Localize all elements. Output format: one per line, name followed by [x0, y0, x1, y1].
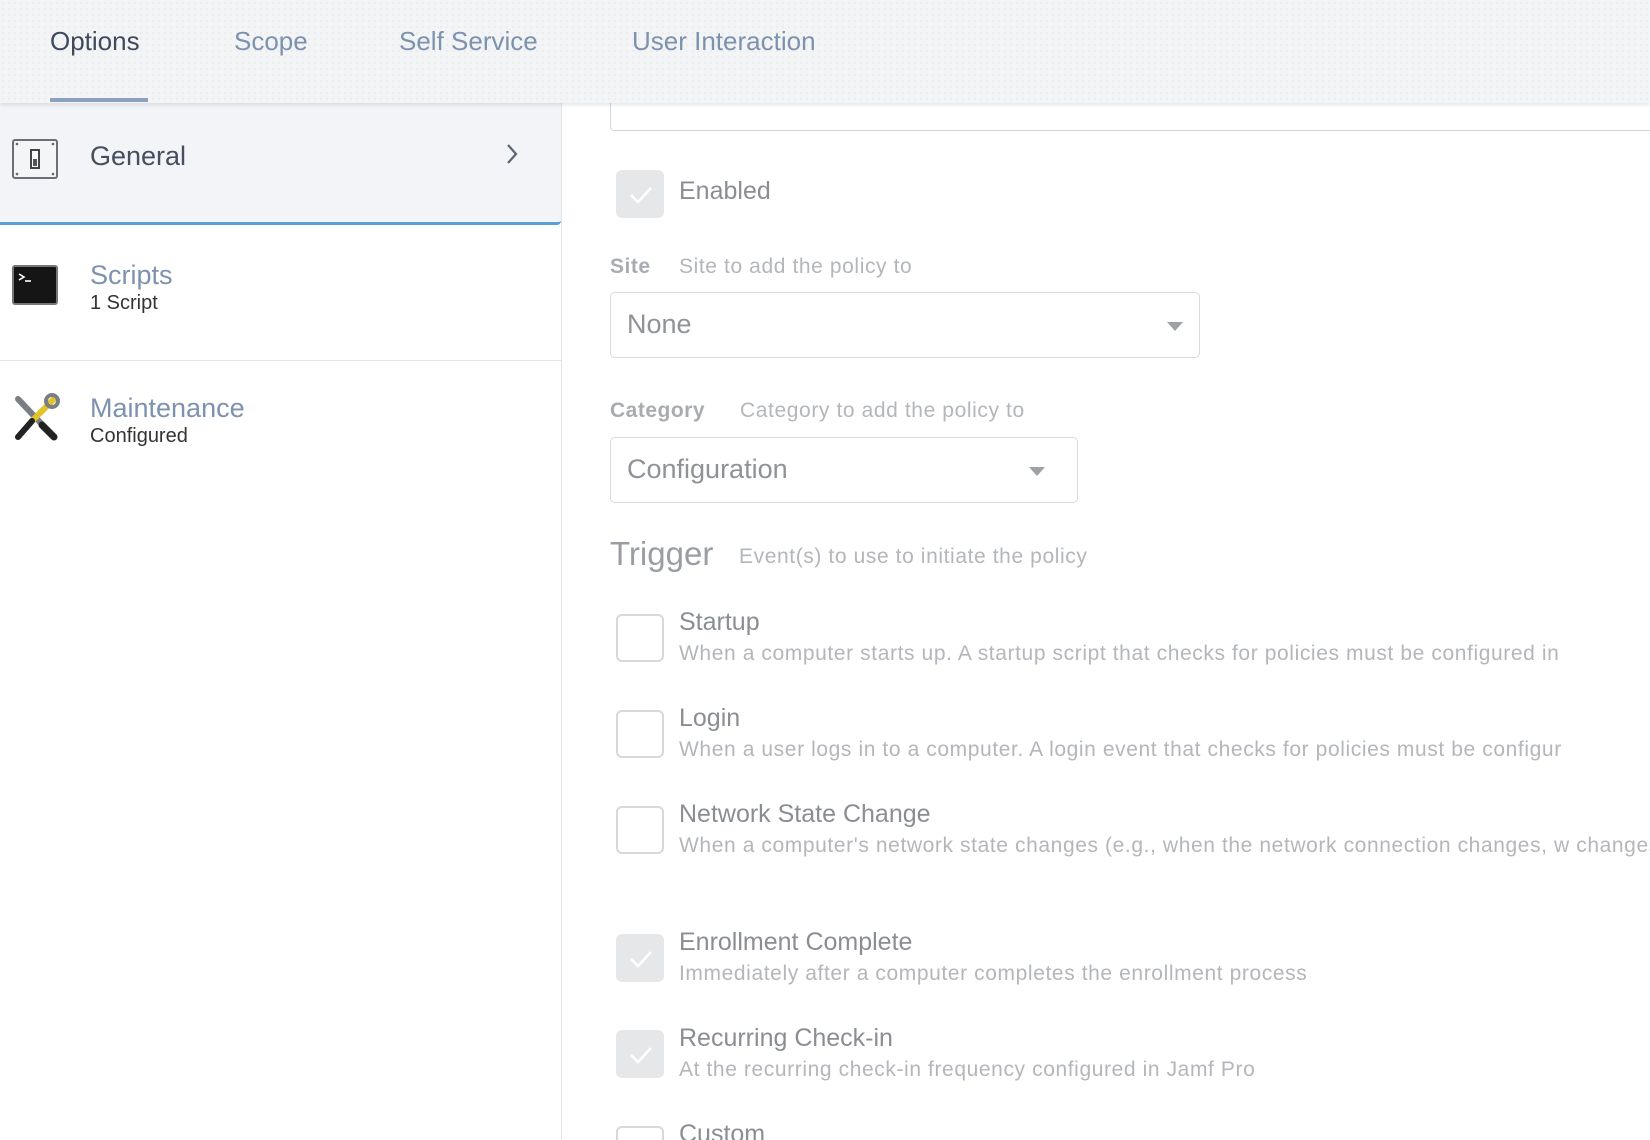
sidebar-item-label: Scripts	[90, 260, 173, 290]
trigger-startup-desc: When a computer starts up. A startup scr…	[679, 642, 1560, 665]
trigger-login-label: Login	[679, 704, 741, 732]
checkmark-icon	[630, 1047, 652, 1064]
tab-scope[interactable]: Scope	[234, 26, 308, 102]
terminal-icon	[12, 265, 58, 310]
chevron-right-icon	[505, 143, 519, 170]
sidebar-item-label: Maintenance	[90, 393, 245, 423]
trigger-startup-checkbox[interactable]	[616, 614, 664, 662]
category-label: Category	[610, 399, 706, 422]
sidebar-item-scripts[interactable]: Scripts 1 Script	[0, 225, 561, 361]
general-form: Enabled Site Site to add the policy to N…	[562, 103, 1650, 1140]
trigger-login-checkbox[interactable]	[616, 710, 664, 758]
site-select[interactable]: None	[610, 292, 1200, 358]
sidebar-item-maintenance[interactable]: Maintenance Configured	[0, 361, 561, 497]
trigger-startup-label: Startup	[679, 608, 760, 636]
category-hint: Category to add the policy to	[740, 399, 1025, 422]
checkmark-icon	[630, 951, 652, 968]
sidebar-item-subtitle: 1 Script	[90, 292, 158, 314]
switch-panel-icon	[12, 139, 58, 184]
tab-self-service[interactable]: Self Service	[399, 26, 538, 102]
display-name-field[interactable]	[610, 103, 1650, 131]
site-label: Site	[610, 255, 651, 278]
sidebar: General Scripts 1 Script Maintenance Con…	[0, 103, 561, 1140]
enabled-checkbox[interactable]	[616, 170, 664, 218]
trigger-enrollment-desc: Immediately after a computer completes t…	[679, 962, 1308, 985]
trigger-network-state-checkbox[interactable]	[616, 806, 664, 854]
sidebar-item-label: General	[90, 141, 187, 171]
trigger-heading: Trigger	[610, 535, 714, 572]
trigger-enrollment-checkbox[interactable]	[616, 934, 664, 982]
trigger-login-desc: When a user logs in to a computer. A log…	[679, 738, 1562, 761]
category-select-value: Configuration	[627, 454, 788, 484]
trigger-recurring-label: Recurring Check-in	[679, 1024, 893, 1052]
chevron-down-icon	[1029, 467, 1045, 476]
category-select[interactable]: Configuration	[610, 437, 1078, 503]
tab-user-interaction[interactable]: User Interaction	[632, 26, 816, 102]
trigger-network-state-label: Network State Change	[679, 800, 931, 828]
trigger-recurring-checkbox[interactable]	[616, 1030, 664, 1078]
sidebar-item-subtitle: Configured	[90, 425, 188, 447]
active-tab-indicator	[50, 98, 148, 102]
tools-icon	[12, 393, 60, 448]
enabled-label: Enabled	[679, 177, 771, 205]
tab-options[interactable]: Options	[50, 26, 140, 102]
trigger-custom-label: Custom	[679, 1120, 766, 1140]
site-select-value: None	[627, 309, 692, 339]
checkmark-icon	[630, 187, 652, 204]
trigger-enrollment-label: Enrollment Complete	[679, 928, 913, 956]
trigger-recurring-desc: At the recurring check-in frequency conf…	[679, 1058, 1256, 1081]
tab-bar: Options Scope Self Service User Interact…	[0, 0, 1650, 103]
sidebar-item-general[interactable]: General	[0, 103, 561, 225]
site-hint: Site to add the policy to	[679, 255, 913, 278]
trigger-hint: Event(s) to use to initiate the policy	[739, 545, 1088, 568]
trigger-custom-checkbox[interactable]	[616, 1126, 664, 1140]
trigger-network-state-desc: When a computer's network state changes …	[679, 834, 1650, 857]
chevron-down-icon	[1167, 322, 1183, 331]
